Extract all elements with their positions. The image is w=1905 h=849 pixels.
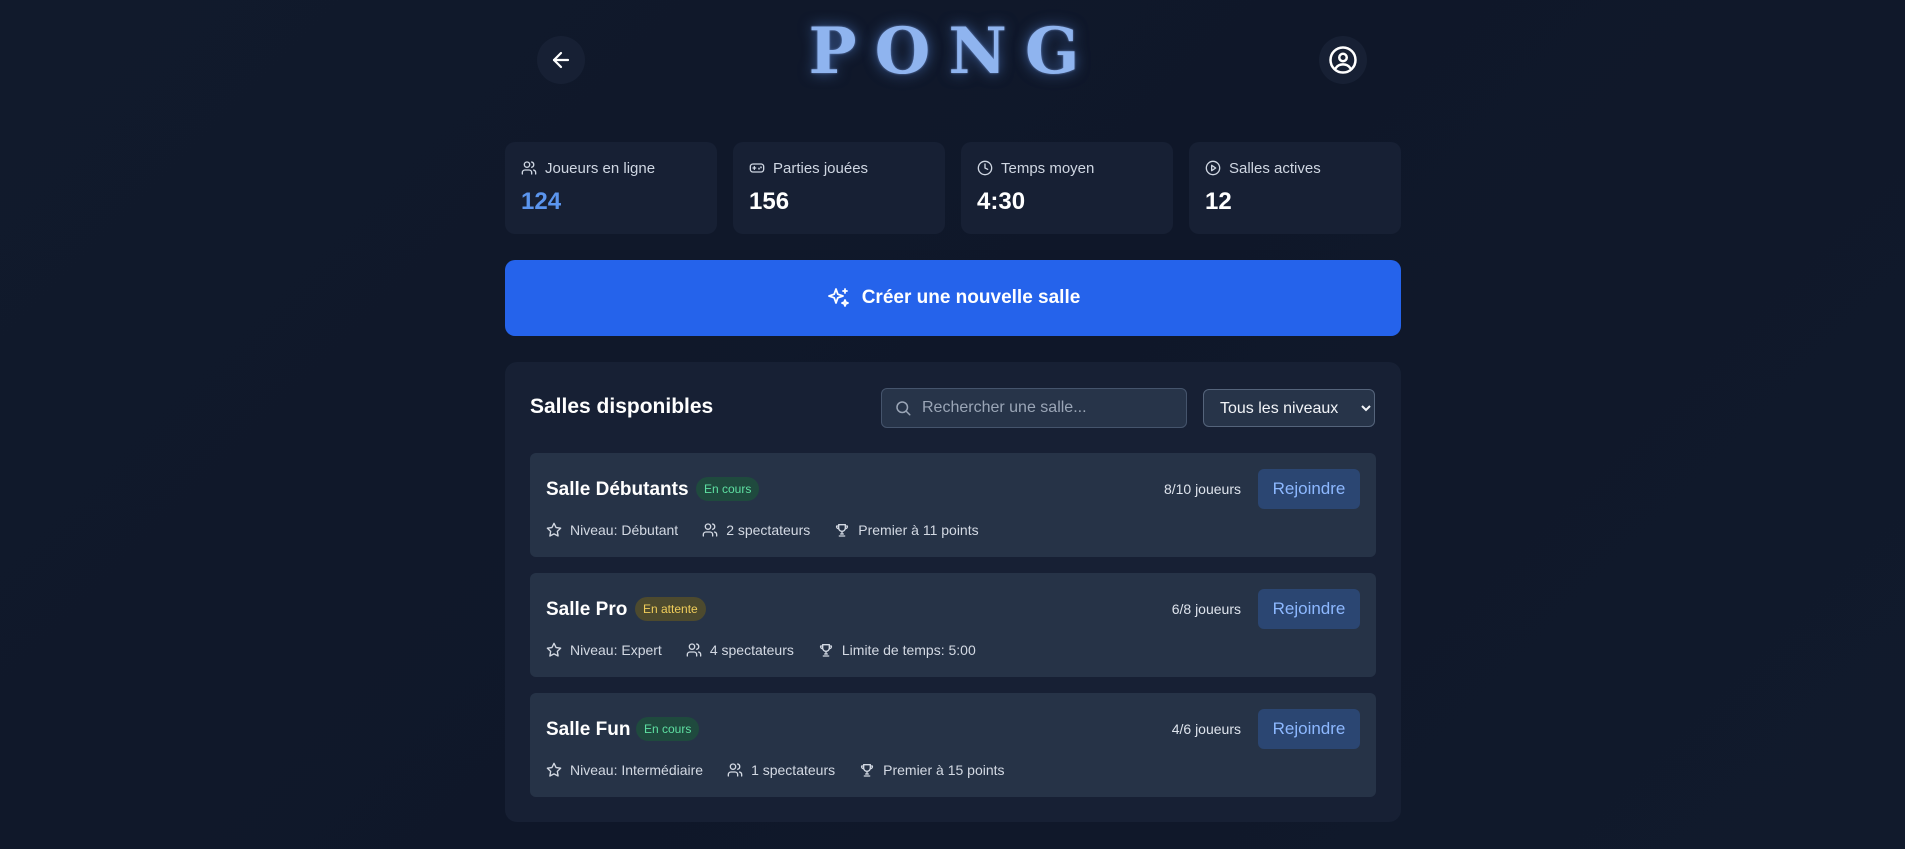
stat-card-active-rooms: Salles actives 12 — [1189, 142, 1401, 234]
stat-label: Temps moyen — [1001, 159, 1095, 177]
room-level: Niveau: Débutant — [570, 522, 679, 538]
stat-value: 4:30 — [977, 188, 1026, 215]
app-container: PONG Joueurs en ligne 124 Parties jouées… — [505, 0, 1401, 822]
trophy-icon — [836, 524, 849, 537]
room-meta: Niveau: Expert 4 spectateurs Limite de t… — [546, 642, 976, 658]
room-spectators: 1 spectateurs — [751, 762, 836, 778]
stat-label: Parties jouées — [773, 159, 869, 177]
create-room-label: Créer une nouvelle salle — [861, 287, 1081, 308]
star-icon — [546, 642, 562, 657]
rooms-panel: Salles disponibles Tous les niveaux Sall… — [505, 362, 1401, 822]
room-level: Niveau: Intermédiaire — [570, 762, 704, 778]
profile-button[interactable] — [1319, 36, 1367, 84]
room-meta: Niveau: Débutant 2 spectateurs Premier à… — [546, 522, 979, 538]
player-count: 6/8 joueurs — [1171, 601, 1241, 617]
trophy-icon — [861, 764, 874, 777]
users-icon — [521, 161, 537, 175]
player-count: 4/6 joueurs — [1171, 721, 1241, 737]
user-circle-icon — [1329, 46, 1357, 74]
stat-value: 156 — [749, 188, 790, 215]
stat-value: 12 — [1205, 188, 1232, 215]
room-spectators: 4 spectateurs — [709, 642, 794, 658]
rooms-panel-title: Salles disponibles — [530, 395, 714, 418]
stats-row: Joueurs en ligne 124 Parties jouées 156 … — [505, 142, 1401, 234]
stat-label: Joueurs en ligne — [545, 159, 656, 177]
room-card: Salle Fun En cours 4/6 joueurs Rejoindre… — [530, 693, 1376, 797]
users-icon — [727, 763, 743, 777]
status-badge: En cours — [636, 717, 700, 741]
star-icon — [546, 522, 562, 537]
status-badge: En attente — [635, 597, 706, 621]
join-room-button[interactable]: Rejoindre — [1258, 589, 1360, 629]
room-spectators: 2 spectateurs — [726, 522, 811, 538]
stat-value: 124 — [521, 188, 562, 215]
room-search — [881, 388, 1187, 428]
room-name: Salle Pro — [546, 599, 628, 620]
play-circle-icon — [1205, 160, 1221, 176]
status-badge: En cours — [696, 477, 760, 501]
room-card: Salle Débutants En cours 8/10 joueurs Re… — [530, 453, 1376, 557]
join-room-button[interactable]: Rejoindre — [1258, 469, 1360, 509]
player-count: 8/10 joueurs — [1163, 481, 1241, 497]
gamepad-icon — [749, 163, 765, 173]
stat-card-average-time: Temps moyen 4:30 — [961, 142, 1173, 234]
stat-card-games-played: Parties jouées 156 — [733, 142, 945, 234]
header: PONG — [505, 0, 1401, 120]
room-rule: Premier à 11 points — [858, 522, 979, 538]
users-icon — [702, 523, 718, 537]
room-meta: Niveau: Intermédiaire 1 spectateurs Prem… — [546, 762, 1005, 778]
users-icon — [686, 643, 702, 657]
trophy-icon — [819, 644, 832, 657]
clock-icon — [977, 160, 993, 176]
room-rule: Premier à 15 points — [883, 762, 1005, 778]
room-level: Niveau: Expert — [570, 642, 662, 658]
star-icon — [546, 762, 562, 777]
level-filter-select[interactable]: Tous les niveaux — [1203, 389, 1375, 427]
create-room-button[interactable]: Créer une nouvelle salle — [505, 260, 1401, 336]
stat-label: Salles actives — [1229, 159, 1321, 177]
room-card: Salle Pro En attente 6/8 joueurs Rejoind… — [530, 573, 1376, 677]
join-room-button[interactable]: Rejoindre — [1258, 709, 1360, 749]
room-name: Salle Débutants — [546, 479, 689, 500]
search-icon — [896, 401, 911, 416]
room-name: Salle Fun — [546, 719, 631, 740]
room-rule: Limite de temps: 5:00 — [841, 642, 976, 658]
stat-card-online-players: Joueurs en ligne 124 — [505, 142, 717, 234]
sparkles-icon — [827, 288, 849, 307]
search-input[interactable] — [922, 399, 1172, 417]
app-logo: PONG — [808, 14, 1098, 89]
